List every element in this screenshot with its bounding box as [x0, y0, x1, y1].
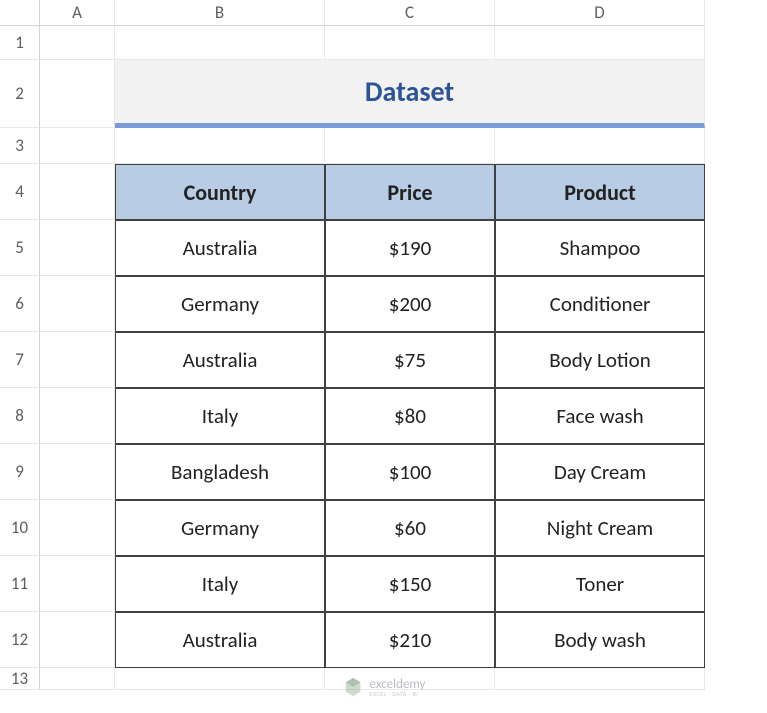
- table-row[interactable]: Toner: [495, 556, 705, 612]
- cell-d3[interactable]: [495, 128, 705, 164]
- cell-a5[interactable]: [40, 220, 115, 276]
- table-row[interactable]: Bangladesh: [115, 444, 325, 500]
- table-row[interactable]: $80: [325, 388, 495, 444]
- cell-c3[interactable]: [325, 128, 495, 164]
- col-header-b[interactable]: B: [115, 0, 325, 26]
- watermark-tagline: EXCEL · DATA · BI: [370, 691, 426, 697]
- cell-c1[interactable]: [325, 26, 495, 60]
- row-header-9[interactable]: 9: [0, 444, 40, 500]
- col-header-a[interactable]: A: [40, 0, 115, 26]
- cell-d13[interactable]: [495, 668, 705, 690]
- cell-a1[interactable]: [40, 26, 115, 60]
- row-header-11[interactable]: 11: [0, 556, 40, 612]
- cell-a12[interactable]: [40, 612, 115, 668]
- cell-a3[interactable]: [40, 128, 115, 164]
- table-header-product[interactable]: Product: [495, 164, 705, 220]
- table-row[interactable]: $75: [325, 332, 495, 388]
- col-header-c[interactable]: C: [325, 0, 495, 26]
- table-header-country[interactable]: Country: [115, 164, 325, 220]
- row-header-12[interactable]: 12: [0, 612, 40, 668]
- row-header-1[interactable]: 1: [0, 26, 40, 60]
- table-row[interactable]: Italy: [115, 388, 325, 444]
- cell-a9[interactable]: [40, 444, 115, 500]
- table-row[interactable]: Italy: [115, 556, 325, 612]
- spreadsheet-grid: A B C D 1 2 Dataset 3 4 Country Price Pr…: [0, 0, 767, 690]
- table-row[interactable]: $150: [325, 556, 495, 612]
- watermark: exceldemy EXCEL · DATA · BI: [342, 676, 426, 698]
- watermark-name: exceldemy: [370, 678, 426, 691]
- cell-a13[interactable]: [40, 668, 115, 690]
- cell-d1[interactable]: [495, 26, 705, 60]
- cell-b1[interactable]: [115, 26, 325, 60]
- table-row[interactable]: Face wash: [495, 388, 705, 444]
- table-row[interactable]: Shampoo: [495, 220, 705, 276]
- table-header-price[interactable]: Price: [325, 164, 495, 220]
- cell-a10[interactable]: [40, 500, 115, 556]
- cell-a7[interactable]: [40, 332, 115, 388]
- cell-a4[interactable]: [40, 164, 115, 220]
- cell-a8[interactable]: [40, 388, 115, 444]
- table-row[interactable]: $100: [325, 444, 495, 500]
- table-row[interactable]: $190: [325, 220, 495, 276]
- table-row[interactable]: Body Lotion: [495, 332, 705, 388]
- cell-a6[interactable]: [40, 276, 115, 332]
- watermark-text: exceldemy EXCEL · DATA · BI: [370, 678, 426, 697]
- select-all-corner[interactable]: [0, 0, 40, 26]
- logo-icon: [342, 676, 364, 698]
- table-row[interactable]: $60: [325, 500, 495, 556]
- row-header-5[interactable]: 5: [0, 220, 40, 276]
- table-row[interactable]: Night Cream: [495, 500, 705, 556]
- table-row[interactable]: Australia: [115, 612, 325, 668]
- table-row[interactable]: Conditioner: [495, 276, 705, 332]
- cell-b13[interactable]: [115, 668, 325, 690]
- col-header-d[interactable]: D: [495, 0, 705, 26]
- row-header-8[interactable]: 8: [0, 388, 40, 444]
- row-header-6[interactable]: 6: [0, 276, 40, 332]
- row-header-10[interactable]: 10: [0, 500, 40, 556]
- row-header-13[interactable]: 13: [0, 668, 40, 690]
- row-header-4[interactable]: 4: [0, 164, 40, 220]
- table-row[interactable]: $210: [325, 612, 495, 668]
- table-row[interactable]: Australia: [115, 220, 325, 276]
- table-row[interactable]: Body wash: [495, 612, 705, 668]
- table-row[interactable]: Australia: [115, 332, 325, 388]
- row-header-7[interactable]: 7: [0, 332, 40, 388]
- cell-a2[interactable]: [40, 60, 115, 128]
- cell-a11[interactable]: [40, 556, 115, 612]
- cell-b3[interactable]: [115, 128, 325, 164]
- table-row[interactable]: $200: [325, 276, 495, 332]
- table-row[interactable]: Germany: [115, 276, 325, 332]
- row-header-3[interactable]: 3: [0, 128, 40, 164]
- row-header-2[interactable]: 2: [0, 60, 40, 128]
- table-row[interactable]: Day Cream: [495, 444, 705, 500]
- dataset-title[interactable]: Dataset: [115, 60, 705, 128]
- table-row[interactable]: Germany: [115, 500, 325, 556]
